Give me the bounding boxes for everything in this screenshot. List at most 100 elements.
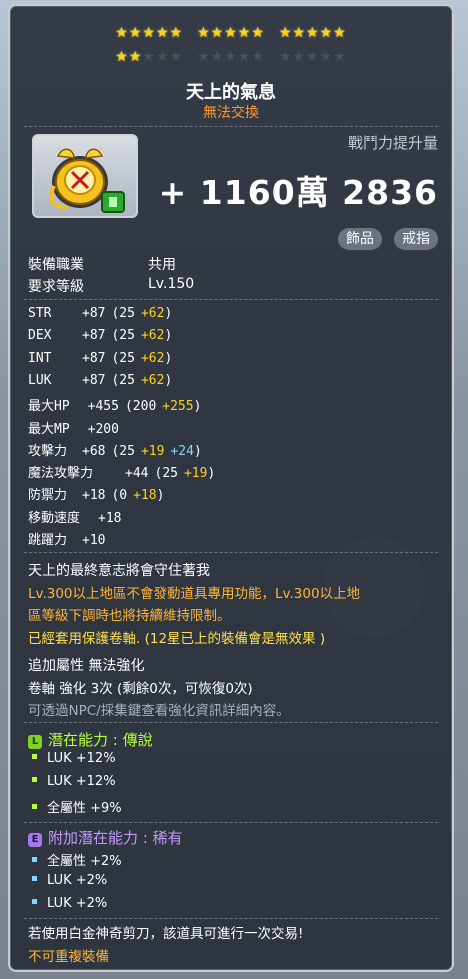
stat-total: +87	[82, 372, 106, 388]
star-empty-icon: ★	[237, 49, 252, 65]
star-filled-icon: ★	[197, 25, 211, 41]
stat-row: DEX +87 (25 +62)	[28, 328, 172, 343]
potential-line-text: LUK +2%	[47, 873, 108, 888]
stat-close: )	[156, 488, 165, 504]
star-filled-icon: ★	[210, 25, 225, 41]
star-empty-icon: ★	[142, 49, 156, 65]
stat-close: )	[164, 328, 173, 344]
stat-name: 防禦力	[28, 488, 68, 504]
stat-base: (25	[111, 306, 135, 321]
stat-total: +87	[82, 328, 106, 344]
star-empty-icon: ★	[306, 49, 320, 65]
item-description: 天上的最終意志將會守住著我	[28, 563, 210, 579]
star-empty-icon: ★	[292, 49, 307, 65]
level-restriction-note: Lv.300以上地區不會發動道具專用功能，Lv.300以上地	[28, 586, 361, 602]
star-force-row-1: ★★★★★ ★★★★★ ★★★★★	[10, 22, 452, 41]
npc-hint: 可透過NPC/採集鍵查看強化資訊詳細內容。	[28, 703, 290, 719]
stat-total: +68	[82, 443, 106, 459]
bullet-icon	[32, 804, 37, 809]
stat-total: +10	[82, 533, 106, 548]
star-filled-icon: ★	[333, 25, 347, 41]
stat-bonus: +18	[133, 488, 157, 504]
info-job: 裝備職業 共用	[28, 254, 176, 274]
item-name: 天上的氣息	[186, 82, 276, 103]
additional-potential-header: E 附加潛在能力 : 稀有	[28, 827, 183, 848]
potential-line: LUK +12%	[32, 751, 116, 766]
star-empty-icon: ★	[155, 49, 170, 65]
star-filled-icon: ★	[224, 25, 238, 41]
scissors-note: 若使用白金神奇剪刀，該道具可進行一次交易!	[28, 926, 304, 942]
info-level-label: 要求等級	[28, 279, 84, 295]
star-empty-icon: ★	[224, 49, 238, 65]
stat-row: 魔法攻擊力 +44 (25 +19)	[28, 462, 215, 481]
stat-base: (25	[111, 372, 135, 388]
star-filled-icon: ★	[155, 25, 170, 41]
star-filled-icon: ★	[169, 25, 184, 41]
star-force-row-2: ★★★★★ ★★★★★ ★★★★★	[10, 46, 452, 65]
trade-status: 無法交換	[203, 105, 259, 121]
stat-close: )	[207, 466, 216, 482]
stat-total: +18	[98, 510, 122, 526]
stat-row: LUK +87 (25 +62)	[28, 373, 172, 388]
stat-base: (25	[111, 350, 135, 366]
bullet-icon	[32, 777, 37, 782]
stat-close: )	[164, 372, 173, 388]
scroll-upgrades: 卷軸 強化 3次 (剩餘0次，可恢復0次)	[28, 681, 253, 697]
level-restriction-note-2: 區等級下調時也將持續維持限制。	[28, 608, 231, 624]
star-filled-icon: ★	[142, 25, 156, 41]
star-filled-icon: ★	[292, 25, 307, 41]
star-filled-icon: ★	[319, 25, 334, 41]
info-job-value: 共用	[148, 257, 176, 273]
power-label: 戰鬥力提升量	[347, 134, 438, 152]
stat-row: INT +87 (25 +62)	[28, 351, 172, 366]
stat-name: DEX	[28, 328, 52, 344]
star-empty-icon: ★	[251, 49, 265, 65]
divider	[24, 299, 438, 300]
stat-close: )	[193, 399, 202, 415]
potential-line-text: LUK +2%	[47, 896, 108, 911]
stat-name: 最大MP	[28, 421, 70, 437]
potential-line-text: 全屬性 +2%	[47, 854, 122, 869]
stat-total: +455	[87, 399, 119, 415]
stat-total: +44	[125, 466, 149, 482]
star-filled-icon: ★	[251, 25, 265, 41]
stat-row: 攻擊力 +68 (25 +19 +24)	[28, 440, 202, 459]
stat-bonus: +62	[140, 372, 165, 388]
star-filled-icon: ★	[278, 25, 293, 41]
stat-name: 移動速度	[28, 510, 81, 526]
unique-equip-note: 不可重複裝備	[28, 949, 109, 965]
potential-header: L 潛在能力 : 傳說	[28, 729, 153, 750]
star-empty-icon: ★	[169, 49, 184, 65]
divider	[24, 552, 438, 553]
star-empty-icon: ★	[278, 49, 293, 65]
potential-grade-icon: L	[28, 735, 42, 749]
star-empty-icon: ★	[210, 49, 225, 65]
star-empty-icon: ★	[333, 49, 347, 65]
info-level: 要求等級 Lv.150	[28, 276, 194, 296]
divider	[24, 918, 438, 919]
bullet-icon	[32, 876, 37, 881]
star-empty-icon: ★	[319, 49, 334, 65]
stat-total: +87	[82, 350, 106, 366]
stat-name: 跳躍力	[28, 533, 68, 548]
stat-name: LUK	[28, 372, 52, 388]
potential-line-text: 全屬性 +9%	[47, 801, 122, 816]
potential-line: LUK +2%	[32, 896, 107, 911]
potential-line: LUK +2%	[32, 873, 107, 888]
star-empty-icon: ★	[197, 49, 211, 65]
pendant-icon	[49, 148, 125, 213]
stat-name: 最大HP	[28, 399, 70, 415]
additional-options: 追加屬性 無法強化	[28, 658, 145, 674]
stat-base: (25	[111, 328, 135, 344]
stat-row: 最大MP +200	[28, 418, 119, 437]
stat-name: 攻擊力	[28, 443, 68, 459]
stat-bonus: +62	[140, 306, 165, 321]
stat-bonus: +19	[140, 443, 165, 459]
stat-row: STR +87 (25 +62)	[28, 306, 172, 321]
stat-row: 最大HP +455 (200 +255)	[28, 395, 201, 414]
stat-close: )	[164, 350, 173, 366]
tag-type: 戒指	[394, 228, 438, 250]
potential-line: 全屬性 +9%	[32, 797, 122, 816]
tag-category: 飾品	[338, 228, 382, 250]
item-icon-frame	[32, 134, 138, 218]
